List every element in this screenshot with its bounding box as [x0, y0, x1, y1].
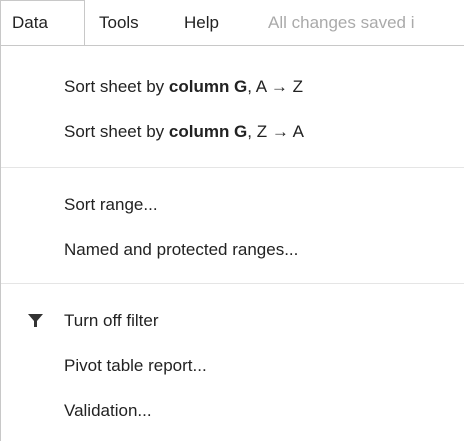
sort-za-prefix: Sort sheet by [64, 122, 169, 141]
sort-za-column: column G [168, 122, 248, 141]
save-status: All changes saved i [268, 13, 415, 32]
sort-az-column: column G [168, 77, 248, 96]
menu-tools[interactable]: Tools [99, 12, 139, 34]
data-menu-dropdown: Sort sheet by column G, A → Z Sort sheet… [0, 45, 464, 441]
menu-item-validation[interactable]: Validation... [64, 400, 152, 422]
sort-za-suffix: , Z → A [247, 122, 304, 141]
menu-item-sort-sheet-a-z[interactable]: Sort sheet by column G, A → Z [64, 76, 303, 98]
sort-az-suffix: , A → Z [247, 77, 304, 96]
menu-bar: Data Tools Help All changes saved i [0, 0, 464, 46]
menu-item-pivot-table-report[interactable]: Pivot table report... [64, 355, 207, 377]
menu-separator [1, 283, 464, 284]
menu-item-sort-sheet-z-a[interactable]: Sort sheet by column G, Z → A [64, 121, 304, 143]
sort-az-prefix: Sort sheet by [64, 77, 169, 96]
filter-funnel-icon [28, 314, 43, 327]
menu-data[interactable]: Data [12, 12, 48, 34]
menu-item-named-protected-ranges[interactable]: Named and protected ranges... [64, 239, 298, 261]
menu-item-turn-off-filter[interactable]: Turn off filter [64, 310, 158, 332]
menu-separator [1, 167, 464, 168]
menu-item-sort-range[interactable]: Sort range... [64, 194, 158, 216]
menu-help[interactable]: Help [184, 12, 219, 34]
